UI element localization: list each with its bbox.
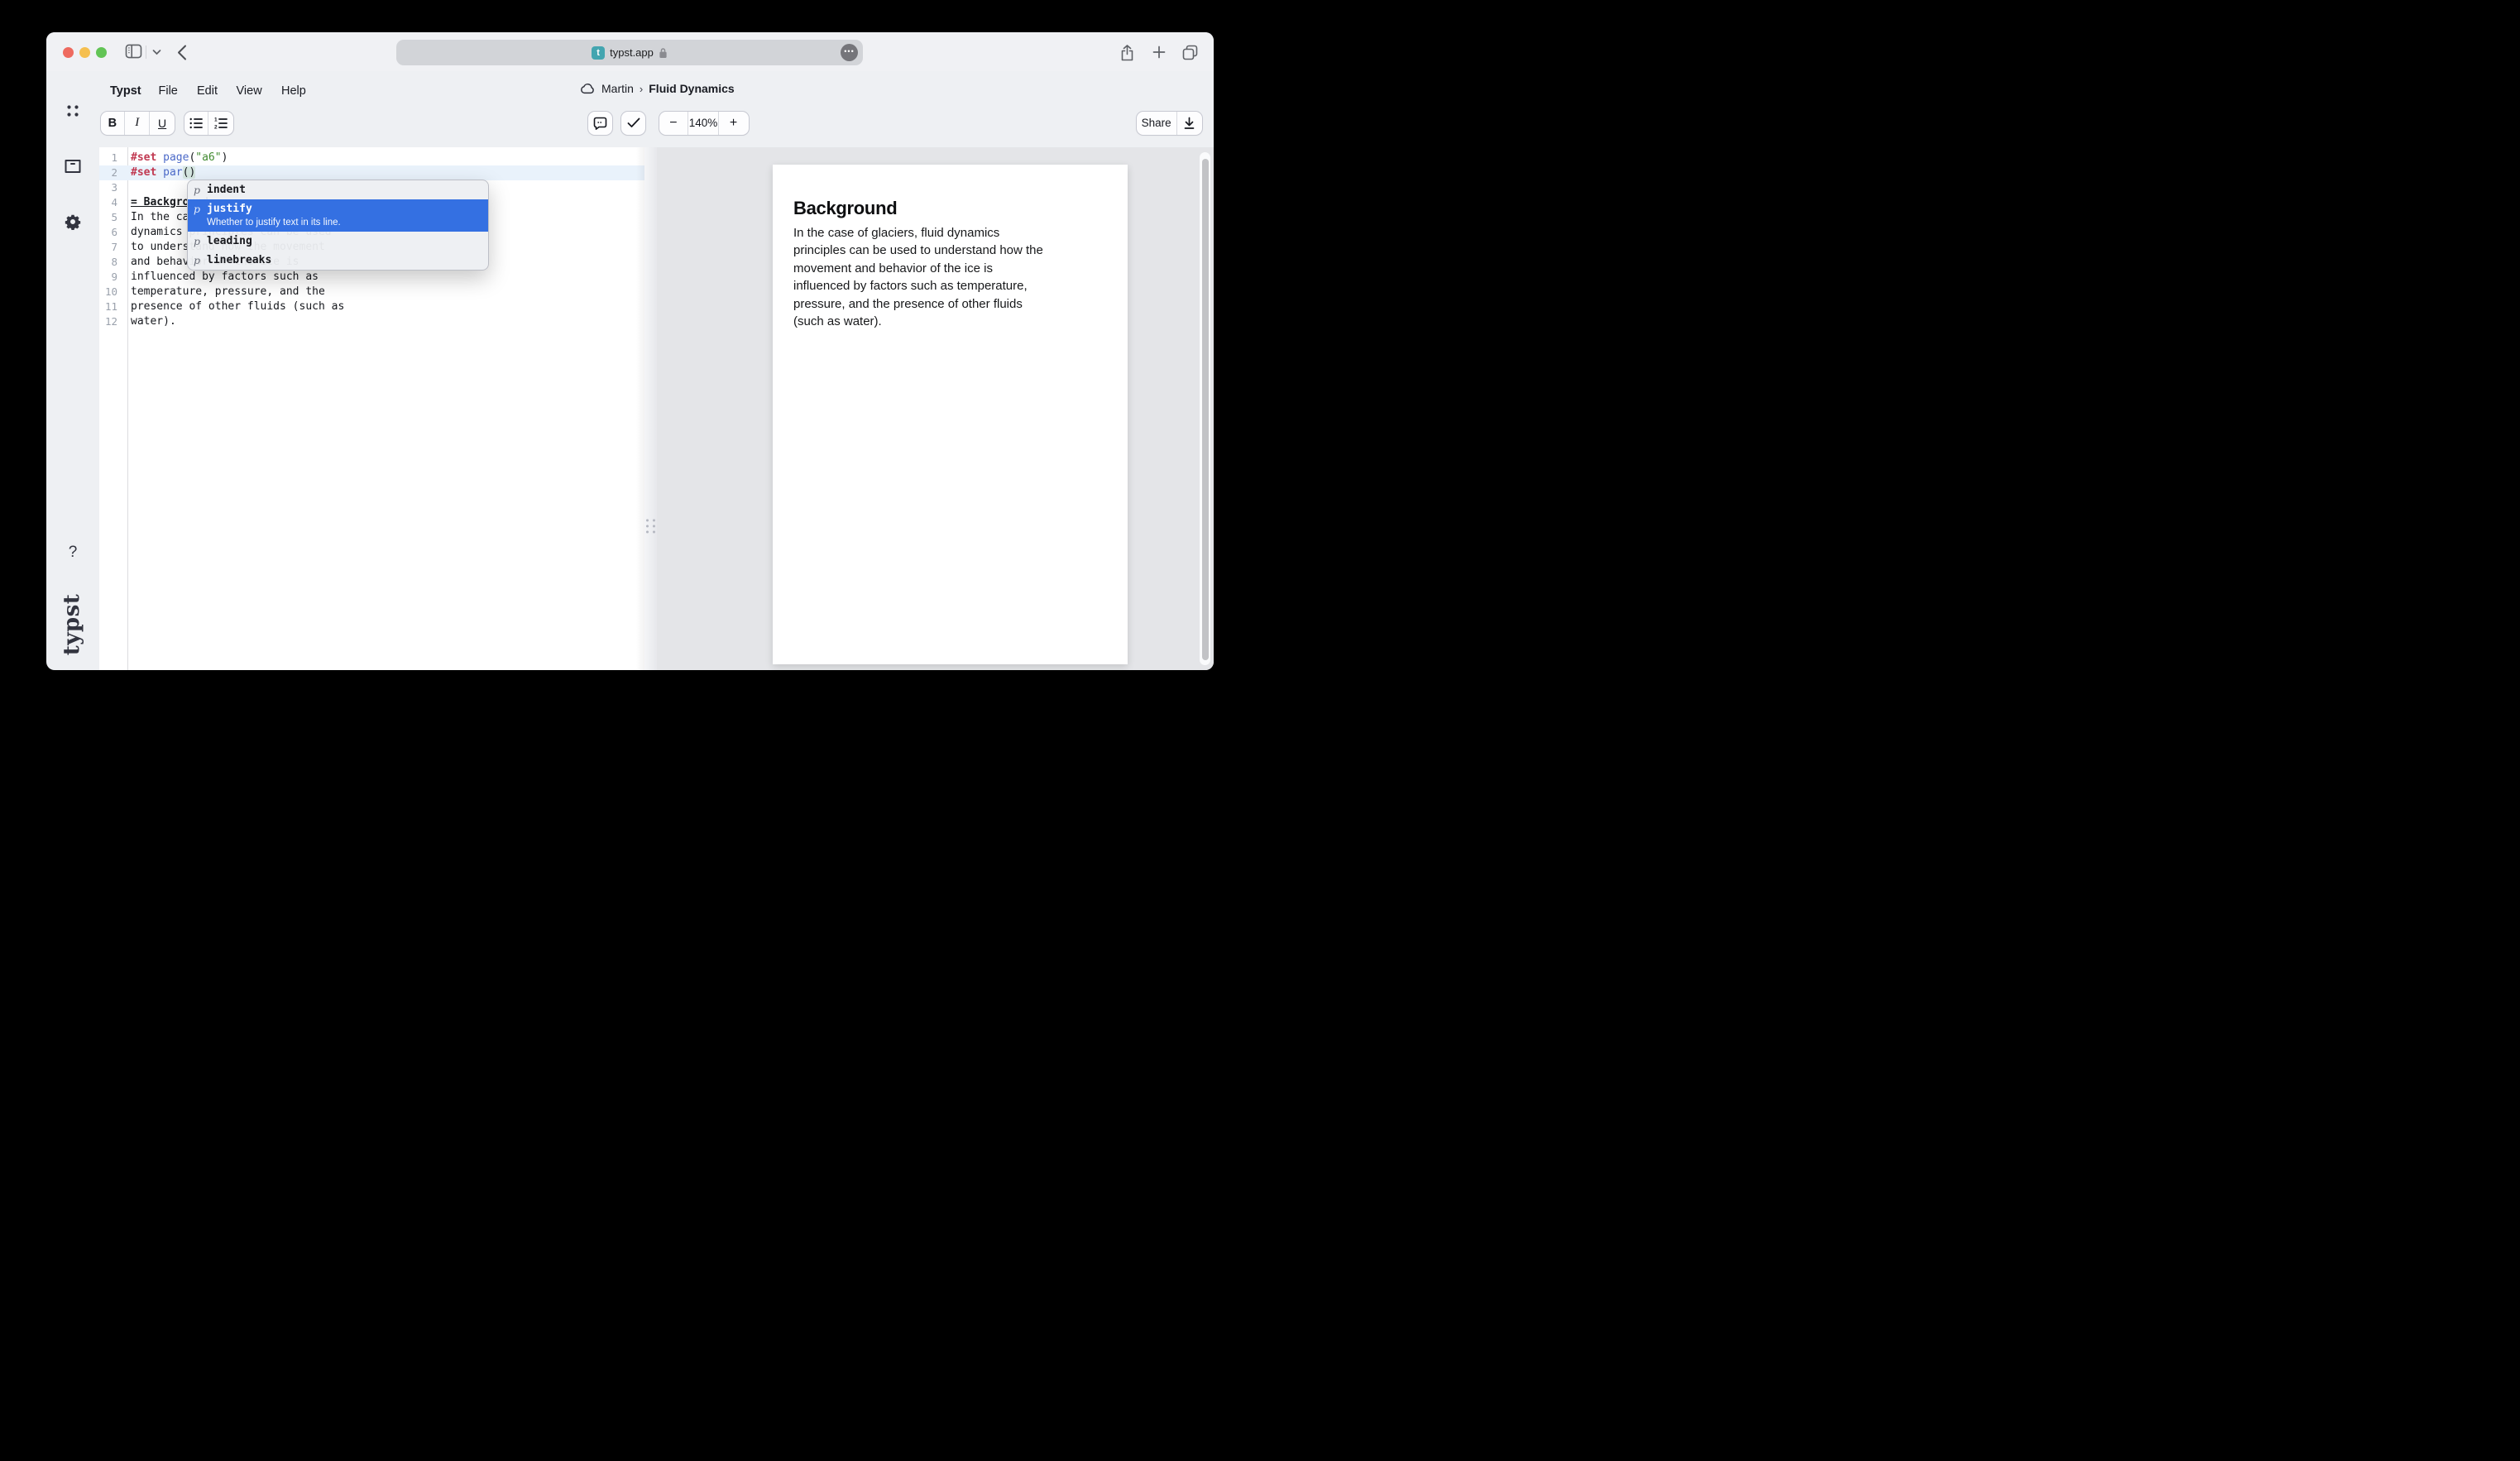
line-number: 6	[99, 225, 117, 240]
line-number: 3	[99, 180, 117, 195]
close-window-button[interactable]	[63, 47, 74, 58]
menu-item-typst[interactable]: Typst	[110, 84, 141, 98]
site-favicon: t	[592, 46, 605, 60]
divider-grip-icon[interactable]	[646, 520, 656, 534]
line-number: 10	[99, 285, 117, 299]
preview-heading: Background	[793, 198, 897, 219]
pane-divider[interactable]	[644, 147, 657, 670]
preview-scrollbar-track[interactable]	[1200, 152, 1210, 665]
breadcrumb-workspace[interactable]: Martin	[601, 82, 634, 95]
preview-paragraph: In the case of glaciers, fluid dynamicsp…	[793, 224, 1043, 330]
numbered-list-button[interactable]: 1 2	[208, 112, 232, 136]
compile-check-icon[interactable]	[621, 112, 645, 136]
format-group: B I U	[100, 111, 176, 137]
new-tab-icon[interactable]	[1152, 46, 1166, 59]
menu-item-help[interactable]: Help	[281, 84, 306, 98]
underline-button[interactable]: U	[150, 112, 175, 136]
code-line-9[interactable]: 9influenced by factors such as	[99, 270, 644, 285]
fullscreen-window-button[interactable]	[96, 47, 107, 58]
line-number: 4	[99, 195, 117, 210]
code-line-2[interactable]: 2#set par()	[99, 165, 644, 180]
preview-page: Background In the case of glaciers, flui…	[773, 165, 1128, 664]
bold-button[interactable]: B	[101, 112, 126, 136]
share-button[interactable]: Share	[1137, 112, 1177, 136]
comment-button-group	[587, 111, 613, 137]
typst-logo: typst	[60, 594, 84, 655]
browser-window: t typst.app •••	[46, 32, 1214, 670]
address-bar[interactable]: t typst.app •••	[396, 40, 863, 65]
menu-item-file[interactable]: File	[159, 84, 178, 98]
comment-icon[interactable]	[588, 112, 612, 136]
line-number: 8	[99, 255, 117, 270]
menu-item-edit[interactable]: Edit	[197, 84, 218, 98]
editor-edge-shadow	[636, 147, 644, 670]
breadcrumb: Martin › Fluid Dynamics	[580, 82, 735, 95]
autocomplete-item-justify[interactable]: pjustifyWhether to justify text in its l…	[188, 199, 488, 232]
share-page-icon[interactable]	[1120, 45, 1134, 61]
lock-icon	[659, 47, 668, 59]
line-number: 12	[99, 314, 117, 329]
grid-menu-icon[interactable]	[65, 103, 80, 118]
autocomplete-item-leading[interactable]: pleading	[188, 232, 488, 251]
code-line-10[interactable]: 10temperature, pressure, and the	[99, 285, 644, 299]
sidebar-toggle-icon[interactable]	[125, 44, 142, 59]
line-number: 11	[99, 299, 117, 314]
zoom-in-button[interactable]: +	[719, 112, 749, 136]
line-number: 9	[99, 270, 117, 285]
zoom-out-button[interactable]: −	[659, 112, 689, 136]
zoom-level[interactable]: 140%	[688, 112, 718, 136]
cloud-sync-icon	[580, 83, 596, 94]
autocomplete-popup: pindentpjustifyWhether to justify text i…	[187, 180, 489, 271]
autocomplete-item-indent[interactable]: pindent	[188, 180, 488, 199]
breadcrumb-separator-icon: ›	[640, 83, 643, 95]
code-line-1[interactable]: 1#set page("a6")	[99, 151, 644, 165]
line-number: 7	[99, 240, 117, 255]
line-number: 2	[99, 165, 117, 180]
parameter-icon: p	[194, 184, 207, 196]
parameter-icon: p	[194, 235, 207, 247]
files-box-icon[interactable]	[65, 160, 82, 174]
autocomplete-item-linebreaks[interactable]: plinebreaks	[188, 251, 488, 270]
svg-text:2: 2	[214, 124, 218, 129]
svg-text:1: 1	[214, 117, 218, 123]
share-group: Share	[1136, 111, 1204, 137]
code-line-11[interactable]: 11presence of other fluids (such as	[99, 299, 644, 314]
chevron-down-icon[interactable]	[152, 49, 161, 55]
list-group: 1 2	[184, 111, 234, 137]
preview-scrollbar-thumb[interactable]	[1202, 159, 1209, 660]
parameter-icon: p	[194, 203, 207, 215]
back-icon[interactable]	[177, 45, 187, 60]
screen: t typst.app •••	[0, 0, 1260, 730]
settings-gear-icon[interactable]	[65, 213, 82, 231]
url-text: typst.app	[610, 46, 654, 59]
line-number: 1	[99, 151, 117, 165]
help-icon[interactable]: ?	[69, 544, 78, 562]
bullet-list-button[interactable]	[184, 112, 209, 136]
menu-item-view[interactable]: View	[237, 84, 262, 98]
breadcrumb-document[interactable]: Fluid Dynamics	[649, 82, 734, 95]
line-number: 5	[99, 210, 117, 225]
preview-pane: Background In the case of glaciers, flui…	[657, 147, 1214, 670]
browser-chrome: t typst.app •••	[46, 32, 1214, 71]
parameter-icon: p	[194, 254, 207, 266]
tab-overview-icon[interactable]	[1182, 45, 1198, 60]
download-icon[interactable]	[1177, 112, 1202, 136]
check-button-group	[620, 111, 646, 137]
code-line-12[interactable]: 12water).	[99, 314, 644, 329]
zoom-group: − 140% +	[659, 111, 750, 137]
minimize-window-button[interactable]	[79, 47, 90, 58]
page-settings-button[interactable]: •••	[841, 44, 858, 61]
italic-button[interactable]: I	[125, 112, 150, 136]
